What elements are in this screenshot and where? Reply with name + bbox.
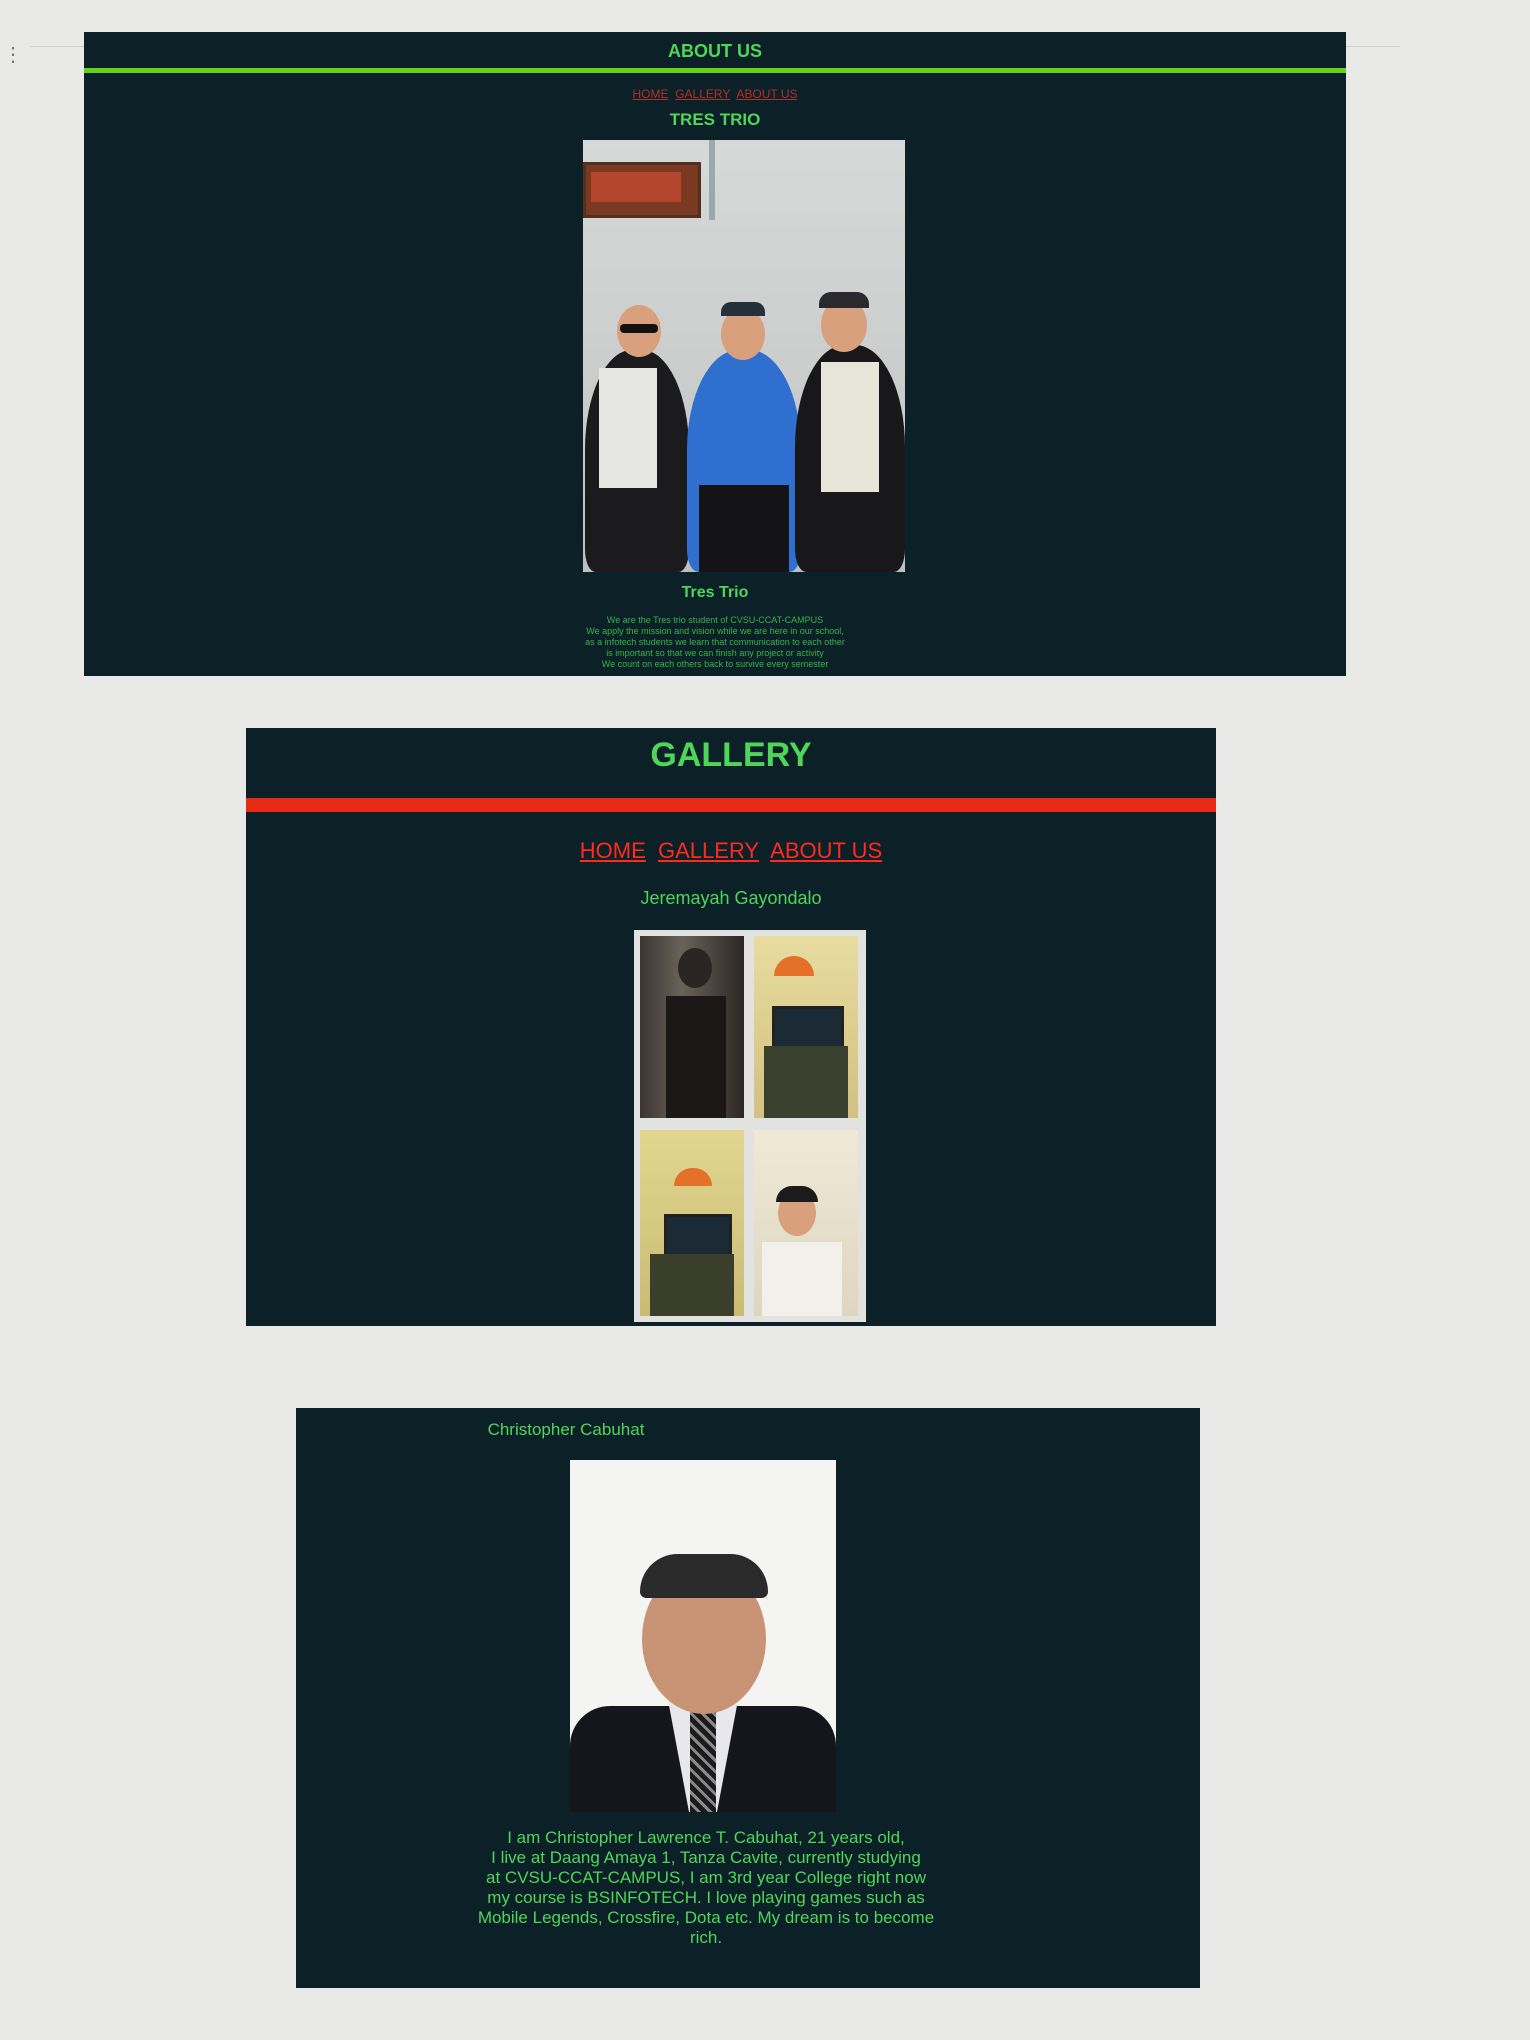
nav-gallery-link[interactable]: GALLERY	[675, 87, 730, 101]
profile-name: Christopher Cabuhat	[487, 1420, 645, 1439]
gallery-person-name: Jeremayah Gayondalo	[640, 888, 822, 908]
person-right-cap	[819, 292, 869, 308]
gallery-photo-2[interactable]	[754, 936, 858, 1118]
gallery-photo-3-body	[650, 1254, 734, 1316]
bio-line-2: I live at Daang Amaya 1, Tanza Cavite, c…	[491, 1848, 921, 1867]
profile-photo	[570, 1460, 836, 1812]
group-title: TRES TRIO	[669, 110, 761, 129]
profile-panel: Christopher Cabuhat I am Christopher Law…	[296, 1408, 1200, 1988]
nav-home-link[interactable]: HOME	[633, 87, 669, 101]
photo-wall-stripe	[709, 140, 715, 220]
nav-gallery-link[interactable]: GALLERY	[658, 838, 759, 863]
gallery-photo-4[interactable]	[754, 1130, 858, 1316]
gallery-grid	[634, 930, 866, 1322]
nav-about-link[interactable]: ABOUT US	[736, 87, 797, 101]
bio-line-1: I am Christopher Lawrence T. Cabuhat, 21…	[507, 1828, 905, 1847]
gallery-photo-1-face	[678, 948, 712, 988]
gallery-header: GALLERY	[650, 736, 812, 774]
nav-home-link[interactable]: HOME	[580, 838, 646, 863]
about-paragraph: We are the Tres trio student of CVSU-CCA…	[84, 615, 1346, 670]
gallery-photo-3-cap	[674, 1168, 712, 1186]
person-middle-cap	[721, 302, 765, 316]
person-right-shirt	[821, 362, 879, 492]
profile-photo-hair	[640, 1554, 768, 1598]
person-middle-pants	[699, 485, 789, 572]
profile-photo-tie	[690, 1708, 716, 1812]
kebab-menu-icon[interactable]: ⋮	[3, 45, 23, 65]
about-header: ABOUT US	[668, 41, 762, 61]
person-left-sunglasses	[620, 324, 658, 333]
gallery-photo-4-body	[762, 1242, 842, 1316]
gallery-photo-1-body	[666, 996, 726, 1118]
gallery-photo-4-hair	[776, 1186, 818, 1202]
group-photo	[583, 140, 905, 572]
gallery-photo-1[interactable]	[640, 936, 744, 1118]
bio-line-4: my course is BSINFOTECH. I love playing …	[487, 1888, 925, 1907]
bio-line-3: at CVSU-CCAT-CAMPUS, I am 3rd year Colle…	[486, 1868, 926, 1887]
profile-bio: I am Christopher Lawrence T. Cabuhat, 21…	[416, 1828, 996, 1948]
gallery-header-rule	[246, 798, 1216, 812]
about-nav: HOME GALLERY ABOUT US	[84, 87, 1346, 101]
about-line-1: We are the Tres trio student of CVSU-CCA…	[606, 615, 824, 625]
gallery-nav: HOME GALLERY ABOUT US	[246, 838, 1216, 864]
group-caption: Tres Trio	[681, 584, 749, 601]
bio-line-6: rich.	[689, 1928, 723, 1947]
about-line-3: as a infotech students we learn that com…	[585, 637, 845, 647]
gallery-photo-2-cap	[774, 956, 814, 976]
about-panel: ABOUT US HOME GALLERY ABOUT US TRES TRIO…	[84, 32, 1346, 676]
nav-about-link[interactable]: ABOUT US	[770, 838, 882, 863]
photo-sign-text	[591, 172, 681, 202]
gallery-panel: GALLERY HOME GALLERY ABOUT US Jeremayah …	[246, 728, 1216, 1326]
about-line-5: We count on each others back to survive …	[601, 659, 829, 669]
about-line-2: We apply the mission and vision while we…	[586, 626, 844, 636]
person-left-shirt	[599, 368, 657, 488]
about-header-rule	[84, 68, 1346, 73]
bio-line-5: Mobile Legends, Crossfire, Dota etc. My …	[477, 1908, 935, 1927]
about-line-4: is important so that we can finish any p…	[606, 648, 824, 658]
gallery-photo-3[interactable]	[640, 1130, 744, 1316]
gallery-photo-2-body	[764, 1046, 848, 1118]
